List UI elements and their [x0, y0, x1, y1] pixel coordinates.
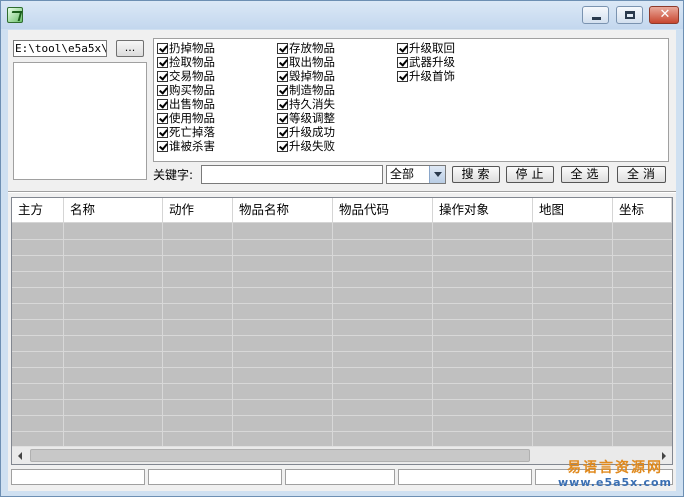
- check-icon: [157, 42, 168, 54]
- check-icon: [397, 70, 408, 82]
- search-button[interactable]: 搜索: [452, 166, 500, 183]
- column-header-map[interactable]: 地图: [533, 198, 613, 223]
- scroll-left-icon[interactable]: [12, 447, 29, 464]
- file-list[interactable]: [13, 62, 147, 180]
- grid-line: [12, 383, 672, 384]
- stop-button[interactable]: 停止: [506, 166, 554, 183]
- check-icon: [157, 98, 168, 110]
- checkbox-craft-item[interactable]: 制造物品: [277, 83, 335, 97]
- grid-line: [12, 303, 672, 304]
- column-header-coords[interactable]: 坐标: [613, 198, 672, 223]
- grid-header: 主方 名称 动作 物品名称 物品代码 操作对象 地图 坐标: [12, 198, 672, 223]
- check-icon: [157, 112, 168, 124]
- close-icon: ✕: [659, 7, 671, 22]
- keyword-input[interactable]: [201, 165, 383, 184]
- checkbox-use-item[interactable]: 使用物品: [157, 111, 215, 125]
- divider: [8, 191, 676, 193]
- deselect-all-button[interactable]: 全消: [617, 166, 666, 183]
- grid-line: [12, 239, 672, 240]
- path-field[interactable]: E:\tool\e5a5x\f: [13, 40, 107, 57]
- checkbox-killed-by[interactable]: 谁被杀害: [157, 139, 215, 153]
- column-header-item-code[interactable]: 物品代码: [333, 198, 433, 223]
- checkbox-store-item[interactable]: 存放物品: [277, 41, 335, 55]
- checkbox-death-drop[interactable]: 死亡掉落: [157, 125, 215, 139]
- grid-line: [12, 431, 672, 432]
- status-panel: [11, 469, 145, 485]
- check-icon: [397, 56, 408, 68]
- checkbox-upgrade-success[interactable]: 升级成功: [277, 125, 335, 139]
- check-icon: [277, 98, 288, 110]
- check-icon: [277, 42, 288, 54]
- results-grid[interactable]: 主方 名称 动作 物品名称 物品代码 操作对象 地图 坐标: [11, 197, 673, 465]
- column-header-target[interactable]: 操作对象: [433, 198, 533, 223]
- scope-select[interactable]: 全部: [386, 165, 446, 184]
- check-icon: [277, 126, 288, 138]
- grid-line: [12, 399, 672, 400]
- checkbox-level-adjust[interactable]: 等级调整: [277, 111, 335, 125]
- grid-line: [12, 415, 672, 416]
- column-header-action[interactable]: 动作: [163, 198, 233, 223]
- scrollbar-thumb[interactable]: [30, 449, 530, 462]
- check-icon: [277, 70, 288, 82]
- check-icon: [157, 70, 168, 82]
- check-icon: [157, 140, 168, 152]
- checkbox-trade-item[interactable]: 交易物品: [157, 69, 215, 83]
- status-panel: [398, 469, 532, 485]
- main-window: ✕ E:\tool\e5a5x\f ... 扔掉物品 捡取物品 交易物品 购买物…: [0, 0, 684, 497]
- checkbox-buy-item[interactable]: 购买物品: [157, 83, 215, 97]
- check-icon: [277, 56, 288, 68]
- checkbox-sell-item[interactable]: 出售物品: [157, 97, 215, 111]
- check-icon: [157, 126, 168, 138]
- chevron-down-icon[interactable]: [429, 166, 445, 183]
- column-header-owner[interactable]: 主方: [12, 198, 64, 223]
- scope-select-value: 全部: [390, 167, 415, 181]
- browse-button[interactable]: ...: [116, 40, 144, 57]
- app-icon: [7, 7, 23, 23]
- check-icon: [277, 140, 288, 152]
- checkbox-destroy-item[interactable]: 毁掉物品: [277, 69, 335, 83]
- title-bar[interactable]: ✕: [1, 1, 683, 29]
- watermark-url: www.e5a5x.com: [558, 476, 672, 489]
- checkbox-durability-lost[interactable]: 持久消失: [277, 97, 335, 111]
- grid-line: [12, 367, 672, 368]
- checkbox-jewelry-upgrade[interactable]: 升级首饰: [397, 69, 455, 83]
- minimize-button[interactable]: [582, 6, 609, 24]
- minimize-icon: [592, 17, 601, 20]
- checkbox-upgrade-fail[interactable]: 升级失败: [277, 139, 335, 153]
- checkbox-take-item[interactable]: 取出物品: [277, 55, 335, 69]
- check-icon: [397, 42, 408, 54]
- check-icon: [157, 84, 168, 96]
- check-icon: [277, 112, 288, 124]
- column-header-name[interactable]: 名称: [64, 198, 163, 223]
- checkbox-upgrade-retrieve[interactable]: 升级取回: [397, 41, 455, 55]
- select-all-button[interactable]: 全选: [561, 166, 609, 183]
- check-icon: [277, 84, 288, 96]
- grid-line: [12, 335, 672, 336]
- close-button[interactable]: ✕: [649, 6, 679, 24]
- status-panel: [285, 469, 395, 485]
- keyword-label: 关键字:: [153, 168, 194, 182]
- checkbox-pickup-item[interactable]: 捡取物品: [157, 55, 215, 69]
- maximize-button[interactable]: [616, 6, 643, 24]
- status-panel: [148, 469, 282, 485]
- watermark-logo: 易语言资源网 www.e5a5x.com: [555, 460, 675, 489]
- check-icon: [157, 56, 168, 68]
- column-header-item-name[interactable]: 物品名称: [233, 198, 333, 223]
- watermark-title: 易语言资源网: [567, 460, 663, 476]
- grid-line: [12, 271, 672, 272]
- grid-line: [12, 287, 672, 288]
- grid-line: [12, 319, 672, 320]
- checkbox-weapon-upgrade[interactable]: 武器升级: [397, 55, 455, 69]
- action-filter-panel: 扔掉物品 捡取物品 交易物品 购买物品 出售物品 使用物品 死亡掉落 谁被杀害 …: [153, 38, 669, 162]
- grid-body[interactable]: [12, 223, 672, 446]
- client-area: E:\tool\e5a5x\f ... 扔掉物品 捡取物品 交易物品 购买物品 …: [8, 30, 676, 491]
- grid-line: [12, 255, 672, 256]
- checkbox-drop-item[interactable]: 扔掉物品: [157, 41, 215, 55]
- grid-line: [12, 351, 672, 352]
- maximize-icon: [625, 11, 635, 19]
